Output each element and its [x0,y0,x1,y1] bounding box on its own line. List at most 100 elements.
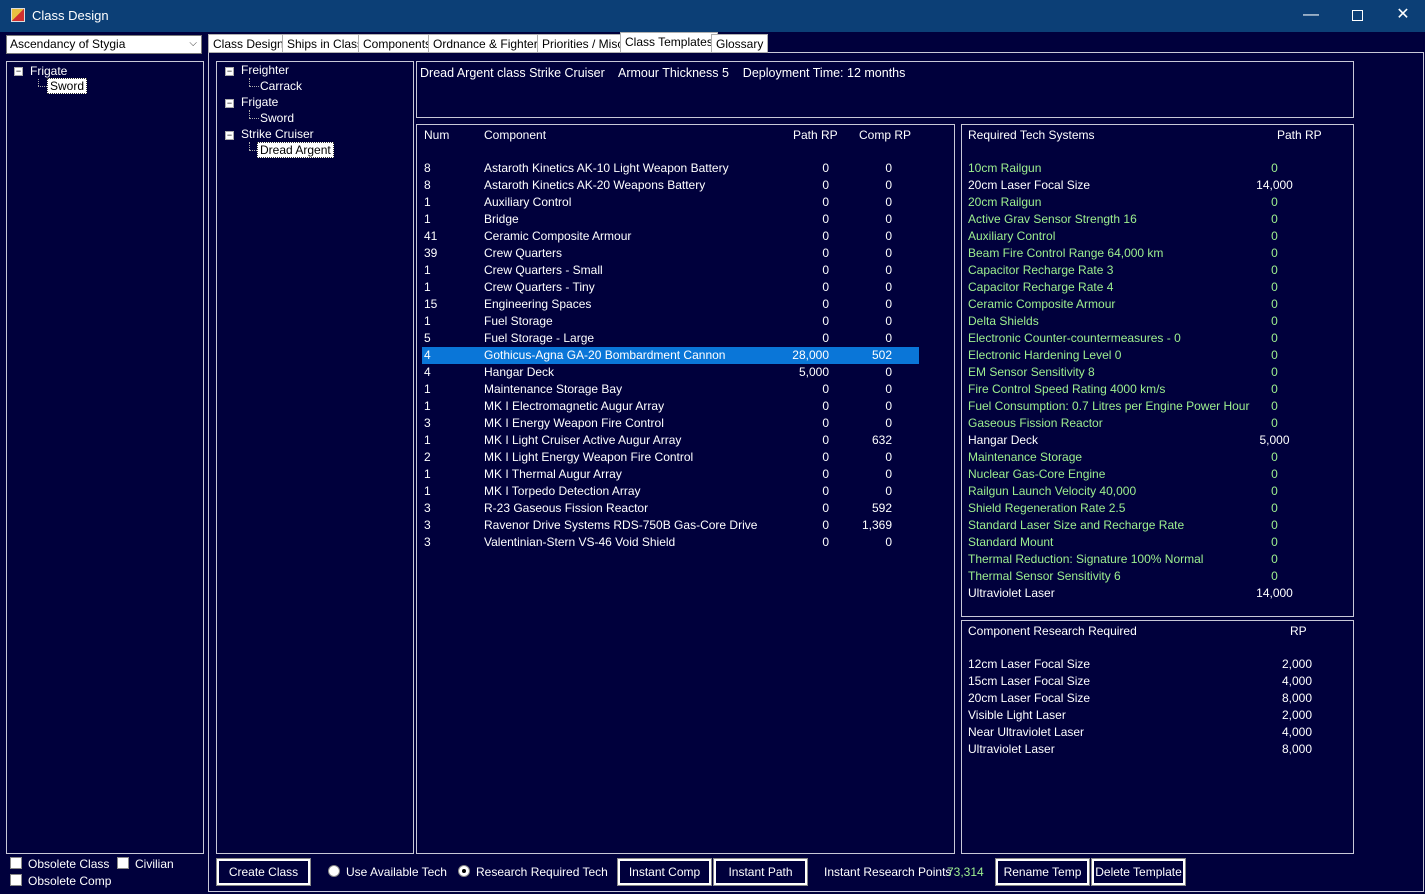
component-comp-rp[interactable]: 0 [837,534,892,551]
component-num[interactable]: 39 [424,245,437,262]
tech-name[interactable]: Auxiliary Control [968,228,1055,245]
tech-path-rp[interactable]: 5,000 [1247,432,1302,449]
component-name[interactable]: R-23 Gaseous Fission Reactor [484,500,648,517]
tech-path-rp[interactable]: 0 [1247,415,1302,432]
tech-path-rp[interactable]: 0 [1247,296,1302,313]
component-name[interactable]: Fuel Storage - Large [484,330,594,347]
col-header-component-research[interactable]: Component Research Required [968,624,1137,638]
create-class-button[interactable]: Create Class [216,858,311,886]
component-comp-rp[interactable]: 0 [837,398,892,415]
component-num[interactable]: 1 [424,211,431,228]
component-comp-rp[interactable]: 0 [837,330,892,347]
tech-name[interactable]: Electronic Counter-countermeasures - 0 [968,330,1181,347]
component-num[interactable]: 1 [424,194,431,211]
col-header-comp-rp[interactable]: Comp RP [859,128,911,142]
component-path-rp[interactable]: 0 [767,381,829,398]
tech-path-rp[interactable]: 0 [1247,245,1302,262]
component-name[interactable]: MK I Thermal Augur Array [484,466,622,483]
component-name[interactable]: Astaroth Kinetics AK-20 Weapons Battery [484,177,705,194]
tech-path-rp[interactable]: 0 [1247,398,1302,415]
tech-path-rp[interactable]: 0 [1247,568,1302,585]
template-item-carrack[interactable]: Carrack [260,79,302,93]
component-path-rp[interactable]: 0 [767,279,829,296]
col-header-tech-path-rp[interactable]: Path RP [1277,128,1322,142]
component-name[interactable]: Crew Quarters - Small [484,262,603,279]
component-path-rp[interactable]: 0 [767,483,829,500]
tech-name[interactable]: Standard Laser Size and Recharge Rate [968,517,1184,534]
component-name[interactable]: MK I Energy Weapon Fire Control [484,415,664,432]
tech-name[interactable]: Shield Regeneration Rate 2.5 [968,500,1125,517]
tech-path-rp[interactable]: 14,000 [1247,585,1302,602]
component-num[interactable]: 8 [424,160,431,177]
collapse-icon[interactable]: − [225,131,234,140]
tab-components[interactable]: Components [358,34,437,53]
tech-path-rp[interactable]: 0 [1247,534,1302,551]
tech-name[interactable]: 20cm Laser Focal Size [968,177,1090,194]
component-comp-rp[interactable]: 592 [837,500,892,517]
component-comp-rp[interactable]: 0 [837,160,892,177]
tab-ships-in-class[interactable]: Ships in Class [282,34,369,53]
component-name[interactable]: MK I Light Energy Weapon Fire Control [484,449,693,466]
tech-name[interactable]: Gaseous Fission Reactor [968,415,1103,432]
template-item-dread-argent[interactable]: Dread Argent [257,142,334,158]
template-group-frigate[interactable]: Frigate [241,95,278,109]
tech-name[interactable]: Ultraviolet Laser [968,585,1055,602]
tech-name[interactable]: Maintenance Storage [968,449,1082,466]
research-rp[interactable]: 8,000 [1267,741,1327,758]
component-name[interactable]: Ravenor Drive Systems RDS-750B Gas-Core … [484,517,757,534]
tech-path-rp[interactable]: 0 [1247,483,1302,500]
component-num[interactable]: 1 [424,483,431,500]
tech-path-rp[interactable]: 0 [1247,500,1302,517]
component-num[interactable]: 8 [424,177,431,194]
tree-item-sword[interactable]: Sword [47,78,88,94]
tech-path-rp[interactable]: 0 [1247,347,1302,364]
collapse-icon[interactable]: − [225,67,234,76]
tab-glossary[interactable]: Glossary [711,34,769,53]
tech-name[interactable]: EM Sensor Sensitivity 8 [968,364,1095,381]
research-name[interactable]: 20cm Laser Focal Size [968,690,1090,707]
tech-path-rp[interactable]: 0 [1247,279,1302,296]
tech-name[interactable]: Hangar Deck [968,432,1038,449]
component-comp-rp[interactable]: 632 [837,432,892,449]
component-comp-rp[interactable]: 0 [837,313,892,330]
delete-template-button[interactable]: Delete Template [1091,858,1186,886]
component-num[interactable]: 3 [424,517,431,534]
template-group-strike-cruiser[interactable]: Strike Cruiser [241,127,314,141]
tab-class-templates[interactable]: Class Templates [620,32,718,53]
tech-path-rp[interactable]: 0 [1247,330,1302,347]
tech-name[interactable]: Capacitor Recharge Rate 4 [968,279,1113,296]
tab-class-design[interactable]: Class Design [208,34,289,53]
minimize-button[interactable]: — [1288,0,1334,32]
component-comp-rp[interactable]: 0 [837,279,892,296]
component-num[interactable]: 5 [424,330,431,347]
component-num[interactable]: 3 [424,415,431,432]
component-comp-rp[interactable]: 0 [837,177,892,194]
tech-name[interactable]: Ceramic Composite Armour [968,296,1115,313]
component-comp-rp[interactable]: 1,369 [837,517,892,534]
tech-name[interactable]: Thermal Sensor Sensitivity 6 [968,568,1121,585]
close-button[interactable]: ✕ [1380,0,1425,32]
tech-name[interactable]: Standard Mount [968,534,1053,551]
component-name[interactable]: Hangar Deck [484,364,554,381]
tech-name[interactable]: 20cm Railgun [968,194,1041,211]
tech-name[interactable]: Electronic Hardening Level 0 [968,347,1121,364]
component-num[interactable]: 41 [424,228,437,245]
research-name[interactable]: Visible Light Laser [968,707,1066,724]
component-comp-rp[interactable]: 502 [837,347,892,364]
component-path-rp[interactable]: 28,000 [767,347,829,364]
research-name[interactable]: Near Ultraviolet Laser [968,724,1084,741]
component-path-rp[interactable]: 0 [767,194,829,211]
chevron-down-icon[interactable]: ⌵ [189,38,197,49]
tech-path-rp[interactable]: 14,000 [1247,177,1302,194]
component-path-rp[interactable]: 0 [767,262,829,279]
component-comp-rp[interactable]: 0 [837,262,892,279]
tech-name[interactable]: Beam Fire Control Range 64,000 km [968,245,1163,262]
research-rp[interactable]: 4,000 [1267,724,1327,741]
component-name[interactable]: Engineering Spaces [484,296,591,313]
component-path-rp[interactable]: 5,000 [767,364,829,381]
component-name[interactable]: Crew Quarters - Tiny [484,279,595,296]
component-name[interactable]: Crew Quarters [484,245,562,262]
component-num[interactable]: 4 [424,364,431,381]
component-path-rp[interactable]: 0 [767,313,829,330]
tech-path-rp[interactable]: 0 [1247,466,1302,483]
